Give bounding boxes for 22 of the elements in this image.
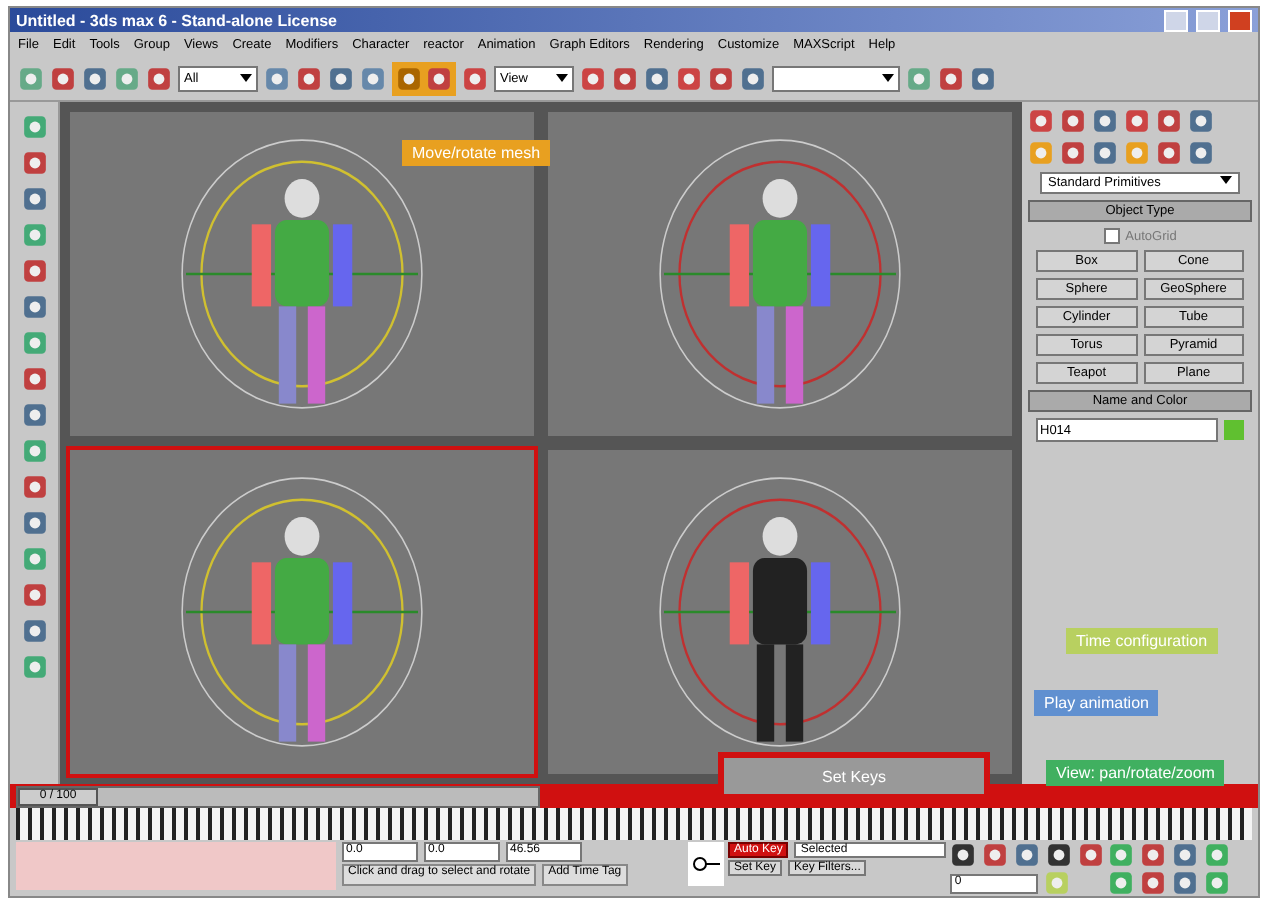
maximize-button[interactable] xyxy=(1196,9,1220,31)
viewport[interactable] xyxy=(544,108,1016,440)
callout-label: View: pan/rotate/zoom xyxy=(1046,760,1225,786)
dropdown-arrow-icon[interactable] xyxy=(882,74,894,82)
callout-label: Time configuration xyxy=(1066,628,1218,654)
autogrid-checkbox[interactable] xyxy=(1103,228,1120,244)
viewport[interactable] xyxy=(66,108,538,440)
callout-label: Set Keys xyxy=(718,752,990,800)
dropdown-arrow-icon[interactable] xyxy=(1220,176,1232,184)
callout-label: Move/rotate mesh xyxy=(402,140,551,166)
named-selection-dropdown[interactable] xyxy=(772,65,900,91)
key-icon[interactable] xyxy=(688,842,724,886)
color-swatch[interactable] xyxy=(1224,420,1244,440)
viewport[interactable] xyxy=(66,446,538,778)
callout-label: Play animation xyxy=(1034,690,1159,716)
dropdown-arrow-icon[interactable] xyxy=(556,74,568,82)
tool-square-icon[interactable] xyxy=(950,842,977,868)
window-title: Untitled - 3ds max 6 - Stand-alone License xyxy=(16,11,339,29)
close-button[interactable] xyxy=(1228,9,1252,31)
dropdown-arrow-icon[interactable] xyxy=(240,74,252,82)
minimize-button[interactable] xyxy=(1164,9,1188,31)
tool-square-icon[interactable] xyxy=(1046,842,1073,868)
